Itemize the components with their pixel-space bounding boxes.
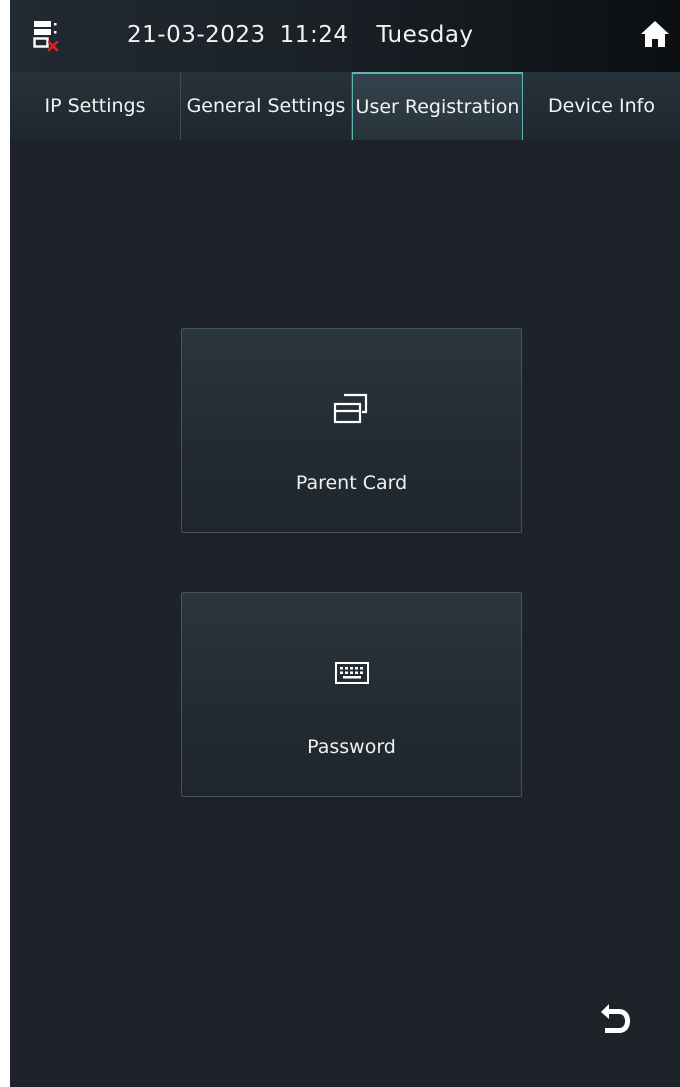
weekday-text: Tuesday bbox=[376, 22, 474, 48]
tab-label: IP Settings bbox=[44, 95, 146, 117]
back-button[interactable] bbox=[593, 1001, 637, 1045]
keyboard-icon bbox=[332, 655, 372, 691]
network-disconnected-icon bbox=[32, 20, 64, 52]
status-bar: 21-03-2023 11:24 Tuesday bbox=[10, 0, 680, 72]
tab-label: User Registration bbox=[355, 96, 520, 118]
tab-label: Device Info bbox=[548, 95, 655, 117]
card-icon bbox=[332, 391, 372, 427]
tab-device-info[interactable]: Device Info bbox=[523, 72, 680, 140]
tab-general-settings[interactable]: General Settings bbox=[181, 72, 352, 140]
home-icon bbox=[639, 19, 671, 53]
tab-label: General Settings bbox=[186, 95, 346, 117]
settings-tabs: IP Settings General Settings User Regist… bbox=[10, 72, 680, 140]
back-arrow-icon bbox=[595, 1001, 635, 1045]
tab-user-registration[interactable]: User Registration bbox=[352, 72, 523, 140]
parent-card-button[interactable]: Parent Card bbox=[181, 328, 522, 533]
home-button[interactable] bbox=[636, 18, 674, 54]
tab-ip-settings[interactable]: IP Settings bbox=[10, 72, 181, 140]
time-text: 11:24 bbox=[279, 22, 349, 48]
password-label: Password bbox=[307, 736, 396, 758]
date-text: 21-03-2023 bbox=[127, 22, 266, 48]
date-time: 21-03-2023 11:24 Tuesday bbox=[127, 22, 488, 48]
password-button[interactable]: Password bbox=[181, 592, 522, 797]
parent-card-label: Parent Card bbox=[295, 472, 408, 494]
screen: 21-03-2023 11:24 Tuesday IP Settings Gener… bbox=[10, 0, 680, 1087]
